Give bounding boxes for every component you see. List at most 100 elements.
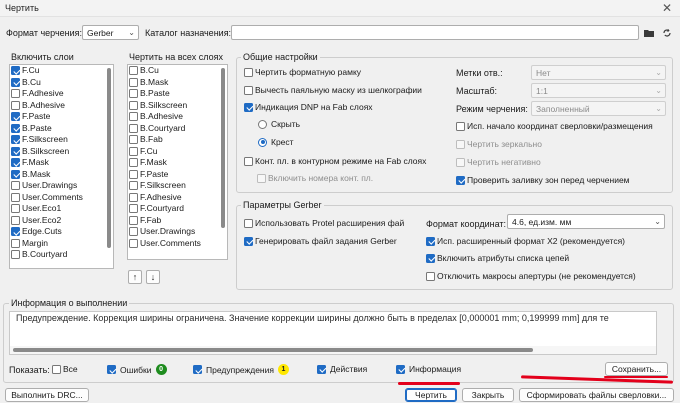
layer-checkbox[interactable]: [129, 158, 138, 168]
all-layer-item[interactable]: B.Mask: [128, 77, 227, 89]
checkbox-box[interactable]: [244, 156, 253, 166]
checkbox-box[interactable]: [396, 364, 405, 374]
mode-select[interactable]: Заполненный ⌄: [531, 101, 666, 116]
layer-item[interactable]: B.Courtyard: [10, 249, 113, 261]
plot-button[interactable]: Чертить: [405, 388, 457, 402]
layer-item[interactable]: B.Silkscreen: [10, 146, 113, 158]
layer-checkbox[interactable]: [129, 77, 138, 87]
checkbox-box[interactable]: [244, 85, 253, 95]
checkbox-box[interactable]: [456, 175, 465, 185]
draw-frame-checkbox[interactable]: Чертить форматную рамку: [244, 67, 361, 77]
checkbox-box[interactable]: [317, 364, 326, 374]
close-icon[interactable]: ✕: [662, 1, 672, 15]
drill-origin-checkbox[interactable]: Исп. начало координат сверловки/размещен…: [456, 121, 653, 131]
pad-numbers-checkbox[interactable]: Включить номера конт. пл.: [257, 173, 373, 183]
layer-checkbox[interactable]: [129, 135, 138, 145]
layer-item[interactable]: F.Silkscreen: [10, 134, 113, 146]
filter-actions-checkbox[interactable]: Действия: [317, 364, 367, 374]
layer-item[interactable]: User.Eco2: [10, 215, 113, 227]
job-file-checkbox[interactable]: Генерировать файл задания Gerber: [244, 236, 397, 246]
layer-item[interactable]: F.Cu: [10, 65, 113, 77]
filter-errors-checkbox[interactable]: Ошибки 0: [107, 364, 167, 375]
filter-info-checkbox[interactable]: Информация: [396, 364, 461, 374]
layer-item[interactable]: F.Paste: [10, 111, 113, 123]
all-layer-item[interactable]: B.Fab: [128, 134, 227, 146]
checkbox-box[interactable]: [456, 139, 465, 149]
all-layer-item[interactable]: B.Silkscreen: [128, 100, 227, 112]
all-layer-item[interactable]: F.Mask: [128, 157, 227, 169]
checkbox-box[interactable]: [244, 102, 253, 112]
netlist-attrs-checkbox[interactable]: Включить атрибуты списка цепей: [426, 253, 569, 263]
hide-radio[interactable]: Скрыть: [258, 119, 300, 129]
layer-checkbox[interactable]: [129, 100, 138, 110]
dnp-fab-checkbox[interactable]: Индикация DNP на Fab слоях: [244, 102, 373, 112]
all-layer-item[interactable]: B.Courtyard: [128, 123, 227, 135]
layer-checkbox[interactable]: [129, 192, 138, 202]
close-button[interactable]: Закрыть: [462, 388, 514, 402]
x2-format-checkbox[interactable]: Исп. расширенный формат X2 (рекомендуетс…: [426, 236, 625, 246]
layer-item[interactable]: B.Cu: [10, 77, 113, 89]
generate-drill-files-button[interactable]: Сформировать файлы сверловки...: [519, 388, 674, 402]
layer-checkbox[interactable]: [11, 215, 20, 225]
run-drc-button[interactable]: Выполнить DRC...: [5, 388, 89, 402]
layer-checkbox[interactable]: [129, 169, 138, 179]
layer-checkbox[interactable]: [11, 192, 20, 202]
layer-checkbox[interactable]: [129, 146, 138, 156]
all-layer-item[interactable]: B.Paste: [128, 88, 227, 100]
all-layer-item[interactable]: F.Adhesive: [128, 192, 227, 204]
layer-item[interactable]: Margin: [10, 238, 113, 250]
checkbox-box[interactable]: [107, 365, 116, 374]
layer-checkbox[interactable]: [11, 158, 20, 168]
checkbox-box[interactable]: [52, 364, 61, 374]
scale-select[interactable]: 1:1 ⌄: [531, 83, 666, 98]
all-layer-item[interactable]: F.Fab: [128, 215, 227, 227]
all-layer-item[interactable]: F.Paste: [128, 169, 227, 181]
layer-item[interactable]: B.Paste: [10, 123, 113, 135]
layer-item[interactable]: B.Adhesive: [10, 100, 113, 112]
layer-checkbox[interactable]: [11, 66, 20, 76]
layer-checkbox[interactable]: [129, 238, 138, 248]
layer-item[interactable]: F.Mask: [10, 157, 113, 169]
layer-checkbox[interactable]: [129, 112, 138, 122]
filter-warnings-checkbox[interactable]: Предупреждения 1: [193, 364, 289, 375]
all-layer-item[interactable]: F.Cu: [128, 146, 227, 158]
layer-checkbox[interactable]: [11, 146, 20, 156]
layer-checkbox[interactable]: [11, 169, 20, 179]
layer-checkbox[interactable]: [11, 112, 20, 122]
checkbox-box[interactable]: [426, 271, 435, 281]
layer-checkbox[interactable]: [11, 227, 20, 237]
layer-checkbox[interactable]: [129, 123, 138, 133]
check-zones-checkbox[interactable]: Проверить заливку зон перед черчением: [456, 175, 630, 185]
subtract-mask-checkbox[interactable]: Вычесть паяльную маску из шелкографии: [244, 85, 422, 95]
message-log[interactable]: Предупреждение. Коррекция ширины огранич…: [9, 311, 657, 355]
filter-all-checkbox[interactable]: Все: [52, 364, 78, 374]
checkbox-box[interactable]: [193, 365, 202, 374]
layer-checkbox[interactable]: [11, 204, 20, 214]
layer-checkbox[interactable]: [11, 250, 20, 260]
save-button[interactable]: Сохранить...: [605, 362, 668, 376]
outline-mode-checkbox[interactable]: Конт. пл. в контурном режиме на Fab слоя…: [244, 156, 426, 166]
checkbox-box[interactable]: [456, 157, 465, 167]
all-layer-item[interactable]: F.Courtyard: [128, 203, 227, 215]
layer-item[interactable]: B.Mask: [10, 169, 113, 181]
layer-checkbox[interactable]: [11, 123, 20, 133]
all-layer-item[interactable]: F.Silkscreen: [128, 180, 227, 192]
folder-icon[interactable]: [641, 25, 656, 40]
layer-checkbox[interactable]: [11, 181, 20, 191]
layers-scrollbar[interactable]: [107, 68, 111, 248]
all-layer-item[interactable]: B.Cu: [128, 65, 227, 77]
layer-item[interactable]: User.Comments: [10, 192, 113, 204]
mirror-checkbox[interactable]: Чертить зеркально: [456, 139, 542, 149]
radio-circle[interactable]: [258, 137, 267, 147]
message-hscroll-thumb[interactable]: [13, 348, 533, 352]
layer-checkbox[interactable]: [129, 181, 138, 191]
layer-item[interactable]: User.Eco1: [10, 203, 113, 215]
layer-checkbox[interactable]: [129, 66, 138, 76]
cross-radio[interactable]: Крест: [258, 137, 294, 147]
checkbox-box[interactable]: [426, 236, 435, 246]
layer-item[interactable]: F.Adhesive: [10, 88, 113, 100]
checkbox-box[interactable]: [257, 173, 266, 183]
layer-checkbox[interactable]: [11, 77, 20, 87]
checkbox-box[interactable]: [244, 236, 253, 246]
all-layer-item[interactable]: User.Drawings: [128, 226, 227, 238]
